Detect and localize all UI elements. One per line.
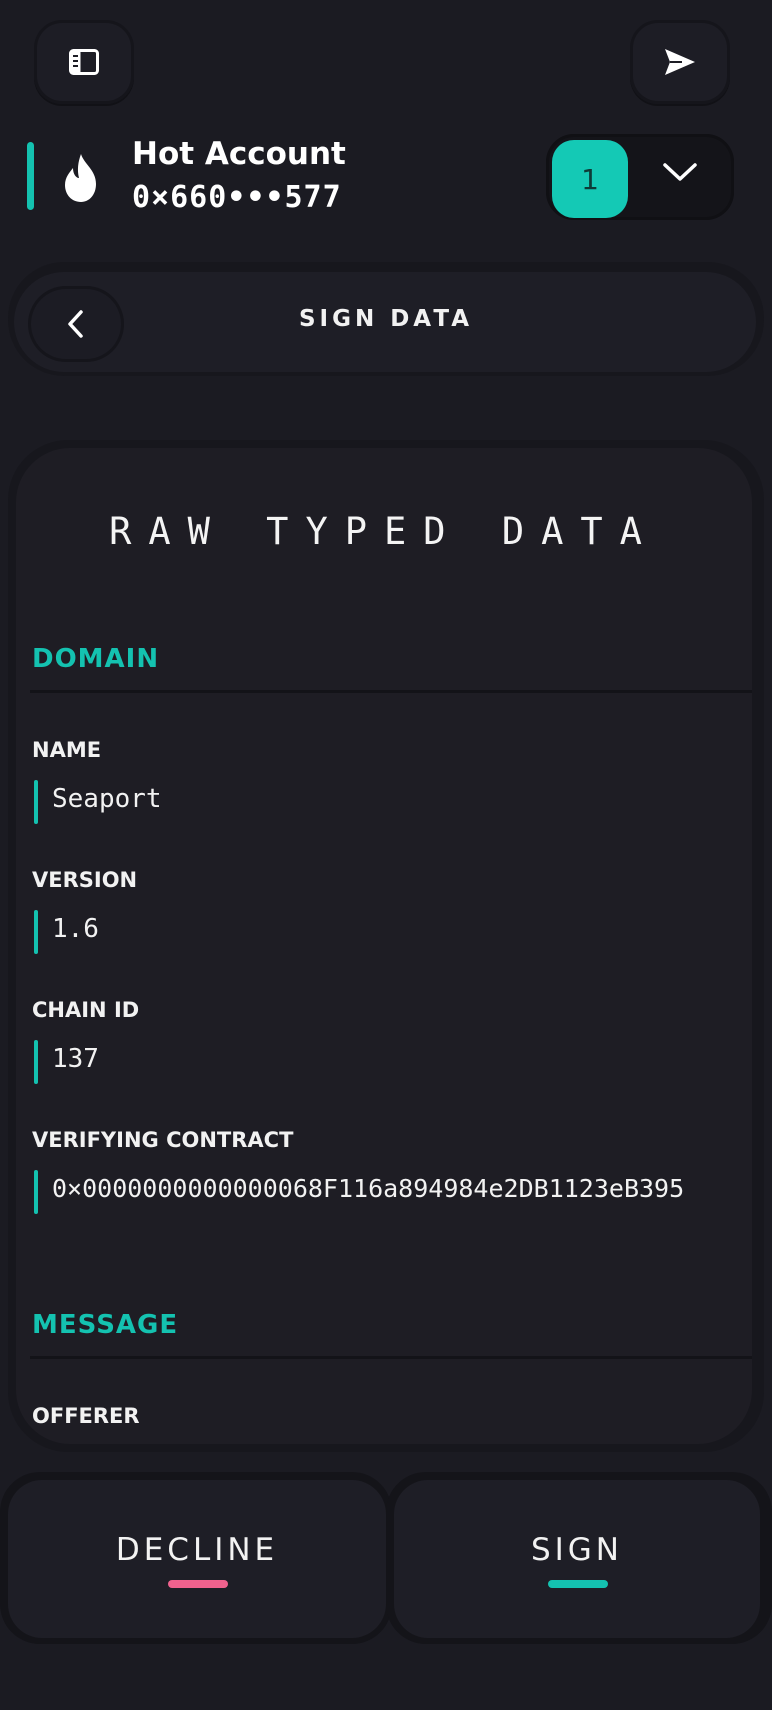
verifying-contract-label: VERIFYING CONTRACT [32, 1128, 294, 1152]
account-indicator-bar [27, 142, 34, 210]
verifying-contract-value: 0×0000000000000068F116a894984e2DB1123eB3… [52, 1174, 685, 1203]
sign-label: SIGN [530, 1532, 624, 1568]
flame-icon [65, 154, 96, 202]
send-icon [665, 49, 695, 75]
message-divider [30, 1356, 752, 1359]
name-value: Seaport [52, 784, 162, 814]
domain-divider [30, 690, 752, 693]
sidebar-panel-icon [69, 49, 99, 75]
offerer-label: OFFERER [32, 1404, 140, 1428]
version-label: VERSION [32, 868, 138, 892]
chevron-down-icon[interactable] [660, 160, 700, 184]
chain-id-value-bar [34, 1040, 38, 1084]
decline-label: DECLINE [115, 1532, 279, 1568]
domain-section-title: DOMAIN [32, 644, 160, 674]
name-label: NAME [32, 738, 102, 762]
decline-underline [168, 1580, 228, 1588]
version-value-bar [34, 910, 38, 954]
account-number-badge[interactable]: 1 [552, 140, 628, 218]
name-value-bar [34, 780, 38, 824]
message-section-title: MESSAGE [32, 1310, 179, 1340]
account-name[interactable]: Hot Account [132, 136, 346, 172]
page-title: SIGN DATA [298, 306, 474, 332]
sidebar-toggle-button[interactable] [34, 20, 134, 104]
card-title: RAW TYPED DATA [109, 510, 659, 553]
chain-id-label: CHAIN ID [32, 998, 140, 1022]
verifying-contract-bar [34, 1170, 38, 1214]
account-address[interactable]: 0×660•••577 [132, 180, 342, 215]
sign-underline [548, 1580, 608, 1588]
send-button[interactable] [630, 20, 730, 104]
chain-id-value: 137 [52, 1044, 99, 1074]
typed-data-card[interactable]: RAW TYPED DATA DOMAIN NAME Seaport VERSI… [16, 448, 752, 1444]
version-value: 1.6 [52, 914, 99, 944]
